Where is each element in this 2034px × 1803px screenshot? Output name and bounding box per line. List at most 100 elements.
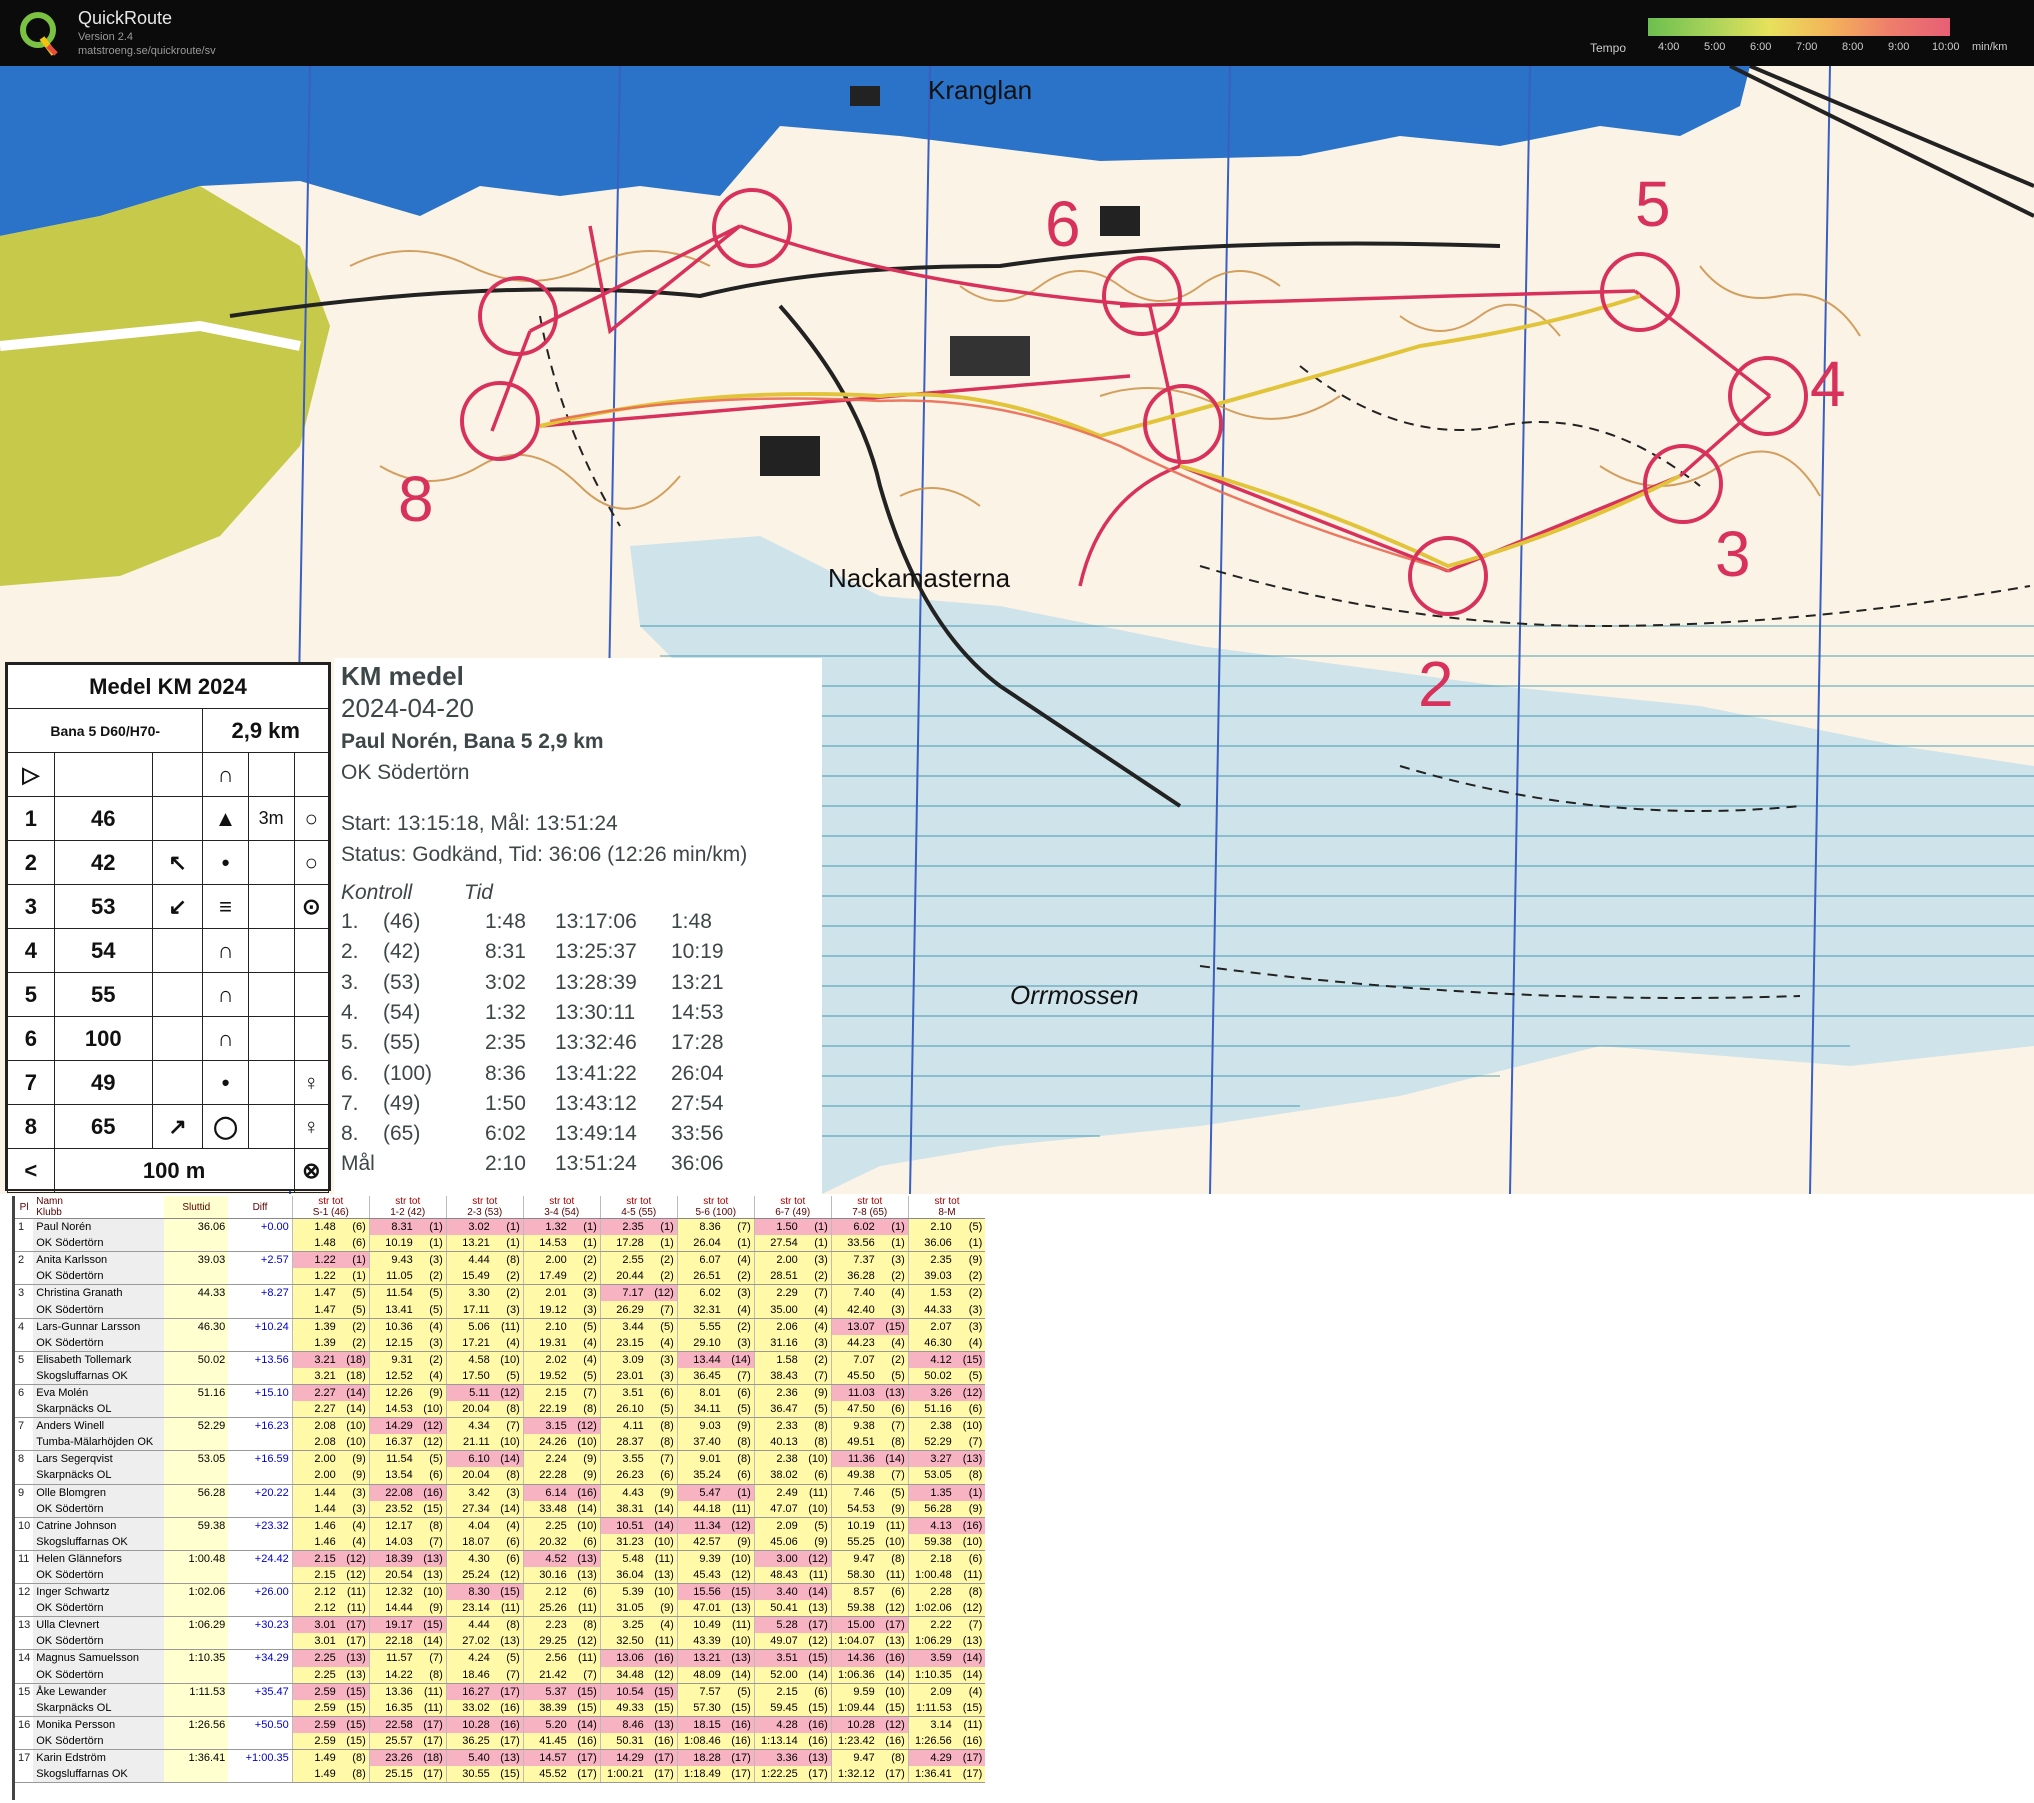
table-row-totals[interactable]: OK Södertörn 2.25 (13) 14.22 (8) 18.46 (7) 21.4…	[15, 1666, 986, 1684]
result-time-blank	[164, 1401, 229, 1419]
total-split: 25.57 (17)	[368, 1732, 447, 1750]
total-split: 1.49 (8)	[291, 1766, 370, 1784]
quickroute-logo-icon	[20, 12, 58, 56]
taped-route-icon: <	[7, 1148, 55, 1193]
table-row[interactable]: 11 Helen Glännefors 1:00.48 +24.42 2.15 (12) 1…	[15, 1550, 986, 1567]
result-time-blank	[164, 1699, 229, 1717]
result-time-blank	[164, 1467, 229, 1485]
table-row-totals[interactable]: OK Södertörn 2.15 (12) 20.54 (13) 25.24 (12) 30…	[15, 1566, 986, 1585]
leg-split: 2.06 (4)	[753, 1318, 832, 1335]
total-split: 50.02 (5)	[907, 1367, 986, 1385]
total-split: 28.37 (8)	[599, 1434, 678, 1452]
table-row[interactable]: 17 Karin Edström 1:36.41 +1:00.35 1.49 (8) 23.…	[15, 1749, 986, 1767]
table-row-totals[interactable]: OK Södertörn 1.39 (2) 12.15 (3) 17.21 (4) 19.31…	[15, 1334, 986, 1352]
total-split: 1:13.14 (16)	[753, 1732, 832, 1750]
result-name: Elisabeth Tollemark	[33, 1351, 165, 1368]
leg-split: 3.21 (18)	[291, 1351, 370, 1368]
result-time-blank	[164, 1600, 229, 1618]
table-row-totals[interactable]: Skarpnäcks OL 2.00 (9) 13.54 (6) 20.04 (8) 22.2…	[15, 1467, 986, 1485]
table-row-totals[interactable]: Skogsluffarnas OK 3.21 (18) 12.52 (4) 17.50 (5…	[15, 1367, 986, 1385]
total-split: 35.00 (4)	[753, 1301, 832, 1319]
table-row[interactable]: 9 Olle Blomgren 56.28 +20.22 1.44 (3) 22.08 (16…	[15, 1484, 986, 1501]
result-club: OK Södertörn	[33, 1732, 165, 1750]
split-header-control: Kontroll	[341, 881, 413, 904]
table-row-totals[interactable]: OK Södertörn 1.22 (1) 11.05 (2) 15.49 (2) 17.49…	[15, 1268, 986, 1286]
table-row[interactable]: 7 Anders Winell 52.29 +16.23 2.08 (10) 14.29 (1…	[15, 1417, 986, 1435]
total-split: 23.52 (15)	[368, 1500, 447, 1518]
split-clock: 13:51:24	[555, 1152, 637, 1176]
leg-split: 2.55 (2)	[599, 1251, 678, 1269]
leg-split: 11.03 (13)	[830, 1384, 909, 1402]
table-row-totals[interactable]: Tumba-Mälarhöjden OK 2.08 (10) 16.37 (12) 21.…	[15, 1434, 986, 1452]
leg-split: 2.38 (10)	[753, 1450, 832, 1468]
result-diff: +23.32	[228, 1517, 293, 1534]
table-row[interactable]: 16 Monika Persson 1:26.56 +50.50 2.59 (15) 22.…	[15, 1716, 986, 1733]
result-place: 4	[18, 1320, 25, 1333]
info-date: 2024-04-20	[341, 693, 474, 723]
result-place: 16	[18, 1718, 31, 1731]
total-split: 23.15 (4)	[599, 1334, 678, 1352]
table-row[interactable]: 2 Anita Karlsson 39.03 +2.57 1.22 (1) 9.43 (3) 4…	[15, 1251, 986, 1269]
total-split: 49.33 (15)	[599, 1699, 678, 1717]
table-row-totals[interactable]: Skarpnäcks OL 2.59 (15) 16.35 (11) 33.02 (16) 3…	[15, 1699, 986, 1717]
leg-split: 6.07 (4)	[676, 1251, 755, 1269]
result-place-blank	[15, 1268, 34, 1286]
table-row[interactable]: 3 Christina Granath 44.33 +8.27 1.47 (5) 11.54…	[15, 1284, 986, 1302]
table-row-totals[interactable]: OK Södertörn 1.48 (6) 10.19 (1) 13.21 (1) 14.53…	[15, 1235, 986, 1253]
split-c: 5.	[341, 1031, 359, 1055]
result-place: 6	[18, 1386, 25, 1399]
leg-split: 3.51 (15)	[753, 1649, 832, 1667]
result-time: 1:11.53	[164, 1683, 229, 1700]
total-split: 50.41 (13)	[753, 1600, 832, 1618]
table-row[interactable]: 6 Eva Molén 51.16 +15.10 2.27 (14) 12.26 (9) 5.1…	[15, 1384, 986, 1402]
leg-split: 2.01 (3)	[522, 1284, 601, 1302]
leg-split: 6.14 (16)	[522, 1484, 601, 1501]
leg-split: 10.36 (4)	[368, 1318, 447, 1335]
col-diff: Diff	[228, 1196, 293, 1219]
table-row-totals[interactable]: OK Södertörn 1.44 (3) 23.52 (15) 27.34 (14) 33.…	[15, 1500, 986, 1518]
leg-split: 5.39 (10)	[599, 1583, 678, 1601]
split-leg: 1:32	[485, 1000, 526, 1024]
route-info-panel: KM medel 2024-04-20 Paul Norén, Bana 5 2…	[334, 658, 822, 1194]
split-clock: 13:30:11	[555, 1000, 636, 1024]
table-row[interactable]: 12 Inger Schwartz 1:02.06 +26.00 2.12 (11) 12.…	[15, 1583, 986, 1601]
leg-split: 8.57 (6)	[830, 1583, 909, 1601]
table-row[interactable]: 15 Åke Lewander 1:11.53 +35.47 2.59 (15) 13.36…	[15, 1683, 986, 1700]
result-time: 51.16	[164, 1384, 229, 1402]
table-row-totals[interactable]: Skogsluffarnas OK 1.46 (4) 14.03 (7) 18.07 (6)…	[15, 1533, 986, 1551]
total-split: 48.09 (14)	[676, 1666, 755, 1684]
leg-split: 2.00 (9)	[291, 1450, 370, 1468]
result-diff: +34.29	[228, 1649, 293, 1667]
total-split: 28.51 (2)	[753, 1268, 832, 1286]
leg-split: 3.44 (5)	[599, 1318, 678, 1335]
split-code: (54)	[383, 1000, 421, 1024]
split-leg: 3:02	[485, 970, 526, 994]
table-row[interactable]: 13 Ulla Clevnert 1:06.29 +30.23 3.01 (17) 19.1…	[15, 1616, 986, 1634]
table-row[interactable]: 14 Magnus Samuelsson 1:10.35 +34.29 2.25 (13)…	[15, 1649, 986, 1667]
result-club: OK Södertörn	[33, 1334, 165, 1352]
table-row[interactable]: 4 Lars-Gunnar Larsson 46.30 +10.24 1.39 (2) 10…	[15, 1318, 986, 1335]
table-row-totals[interactable]: Skarpnäcks OL 2.27 (14) 14.53 (10) 20.04 (8) 22…	[15, 1401, 986, 1419]
app-url[interactable]: matstroeng.se/quickroute/sv	[78, 45, 216, 57]
result-diff-blank	[228, 1268, 293, 1286]
table-row-totals[interactable]: OK Södertörn 3.01 (17) 22.18 (14) 27.02 (13) 29…	[15, 1633, 986, 1651]
total-split: 53.05 (8)	[907, 1467, 986, 1485]
table-row-totals[interactable]: Skogsluffarnas OK 1.49 (8) 25.15 (17) 30.55 (1…	[15, 1766, 986, 1784]
results-table[interactable]: Pl Namn Klubb Sluttid Diff str tot S-1 (46…	[12, 1196, 1062, 1800]
table-row-totals[interactable]: OK Södertörn 2.12 (11) 14.44 (9) 23.14 (11) 25.…	[15, 1600, 986, 1618]
split-clock: 13:41:22	[555, 1061, 637, 1085]
total-split: 47.50 (6)	[830, 1401, 909, 1419]
total-split: 42.57 (9)	[676, 1533, 755, 1551]
col-leg: str tot S-1 (46)	[291, 1196, 370, 1219]
total-split: 33.56 (1)	[830, 1235, 909, 1253]
leg-split: 5.37 (15)	[522, 1683, 601, 1700]
table-row[interactable]: 8 Lars Segerqvist 53.05 +16.59 2.00 (9) 11.54(…	[15, 1450, 986, 1468]
table-row[interactable]: 5 Elisabeth Tollemark 50.02 +13.56 3.21 (18) 9…	[15, 1351, 986, 1368]
result-diff: +16.59	[228, 1450, 293, 1468]
result-club: OK Södertörn	[33, 1566, 165, 1585]
table-row-totals[interactable]: OK Södertörn 2.59 (15) 25.57 (17) 36.25 (17) 41…	[15, 1732, 986, 1750]
leg-split: 9.43 (3)	[368, 1251, 447, 1269]
table-row-totals[interactable]: OK Södertörn 1.47 (5) 13.41 (5) 17.11 (3) 19.12…	[15, 1301, 986, 1319]
table-row[interactable]: 10 Catrine Johnson 59.38 +23.32 1.46 (4) 12.17…	[15, 1517, 986, 1534]
table-row[interactable]: 1 Paul Norén 36.06 +0.00 1.48 (6) 8.31 (1) 3.02(…	[15, 1218, 986, 1236]
